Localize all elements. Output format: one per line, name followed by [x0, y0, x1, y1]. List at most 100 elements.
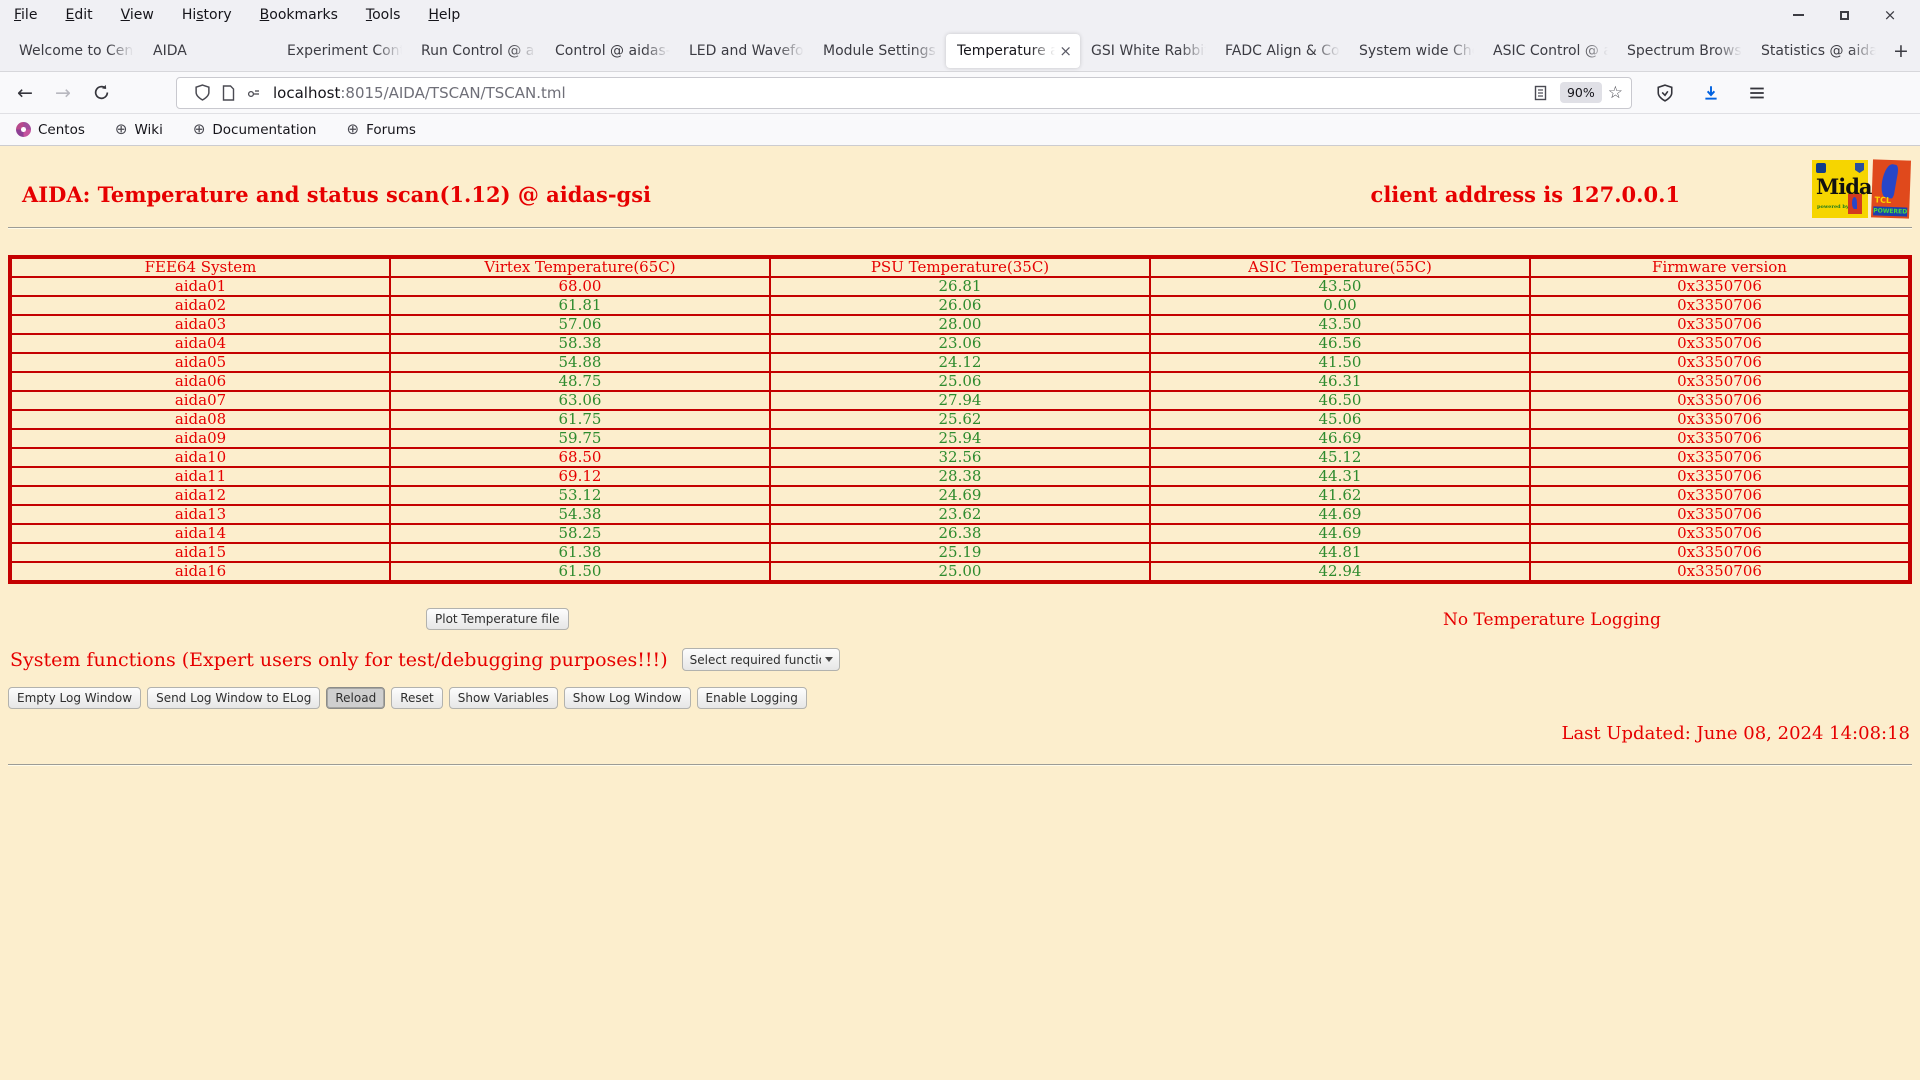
bookmark-star-icon[interactable]: ☆: [1608, 83, 1623, 103]
cell-virtex-temp: 54.88: [390, 353, 770, 372]
table-header-row: FEE64 SystemVirtex Temperature(65C)PSU T…: [10, 257, 1910, 277]
tab-led-and-wavefor[interactable]: LED and Wavefor: [678, 34, 812, 68]
tab-spectrum-browse[interactable]: Spectrum Browse: [1616, 34, 1750, 68]
cell-system: aida15: [10, 543, 390, 562]
bookmark-wiki[interactable]: ⊕Wiki: [115, 122, 163, 138]
tab-aida[interactable]: AIDA: [142, 34, 276, 68]
bookmark-documentation[interactable]: ⊕Documentation: [193, 122, 317, 138]
reload-icon: [93, 84, 110, 101]
cell-firmware: 0x3350706: [1530, 562, 1910, 582]
cell-system: aida06: [10, 372, 390, 391]
tab-run-control-ai[interactable]: Run Control @ ai: [410, 34, 544, 68]
cell-system: aida13: [10, 505, 390, 524]
tab-module-settings-s[interactable]: Module Settings S: [812, 34, 946, 68]
cell-system: aida16: [10, 562, 390, 582]
plot-temperature-button[interactable]: Plot Temperature file: [426, 608, 569, 630]
cell-psu-temp: 27.94: [770, 391, 1150, 410]
tab-label: Experiment Contr: [287, 43, 402, 59]
cell-firmware: 0x3350706: [1530, 429, 1910, 448]
cell-asic-temp: 46.69: [1150, 429, 1530, 448]
reset-button[interactable]: Reset: [391, 687, 443, 709]
maximize-button[interactable]: [1836, 7, 1852, 23]
page-title: AIDA: Temperature and status scan(1.12) …: [22, 182, 651, 207]
forward-button[interactable]: →: [46, 77, 80, 109]
cell-asic-temp: 43.50: [1150, 315, 1530, 334]
show-log-window-button[interactable]: Show Log Window: [564, 687, 691, 709]
bookmark-forums[interactable]: ⊕Forums: [346, 122, 415, 138]
cell-psu-temp: 26.81: [770, 277, 1150, 296]
enable-logging-button[interactable]: Enable Logging: [697, 687, 807, 709]
cell-virtex-temp: 61.50: [390, 562, 770, 582]
tab-control-aidas[interactable]: Control @ aidas-: [544, 34, 678, 68]
cell-system: aida10: [10, 448, 390, 467]
bookmark-centos[interactable]: Centos: [16, 122, 85, 138]
function-select[interactable]: Select required function: [682, 648, 840, 671]
tab-statistics-aidas[interactable]: Statistics @ aidas: [1750, 34, 1884, 68]
tab-gsi-white-rabbit[interactable]: GSI White Rabbit: [1080, 34, 1214, 68]
url-text[interactable]: localhost:8015/AIDA/TSCAN/TSCAN.tml: [273, 84, 1528, 102]
cell-system: aida02: [10, 296, 390, 315]
midas-powered-text: powered by: [1817, 204, 1849, 210]
tab-experiment-contr[interactable]: Experiment Contr: [276, 34, 410, 68]
reader-mode-icon[interactable]: [1528, 80, 1554, 106]
url-bar[interactable]: localhost:8015/AIDA/TSCAN/TSCAN.tml 90% …: [176, 77, 1632, 109]
cell-virtex-temp: 61.38: [390, 543, 770, 562]
menu-item-file[interactable]: File: [14, 7, 37, 23]
cell-psu-temp: 25.06: [770, 372, 1150, 391]
menu-item-history[interactable]: History: [182, 7, 232, 23]
tab-fadc-align-co[interactable]: FADC Align & Co: [1214, 34, 1348, 68]
cell-asic-temp: 45.12: [1150, 448, 1530, 467]
cell-firmware: 0x3350706: [1530, 410, 1910, 429]
cell-system: aida05: [10, 353, 390, 372]
cell-virtex-temp: 54.38: [390, 505, 770, 524]
menu-item-bookmarks[interactable]: Bookmarks: [260, 7, 338, 23]
tab-asic-control-a[interactable]: ASIC Control @ a: [1482, 34, 1616, 68]
client-address: client address is 127.0.0.1: [1371, 182, 1680, 207]
downloads-icon[interactable]: [1694, 77, 1728, 109]
cell-psu-temp: 26.38: [770, 524, 1150, 543]
tab-system-wide-che[interactable]: System wide Che: [1348, 34, 1482, 68]
tab-label: FADC Align & Co: [1225, 43, 1340, 59]
site-info-icon[interactable]: [241, 80, 267, 106]
tab-close-icon[interactable]: ×: [1059, 44, 1072, 59]
minimize-icon: [1793, 14, 1804, 16]
cell-system: aida04: [10, 334, 390, 353]
cell-psu-temp: 28.00: [770, 315, 1150, 334]
back-button[interactable]: ←: [8, 77, 42, 109]
send-log-window-to-elog-button[interactable]: Send Log Window to ELog: [147, 687, 320, 709]
tracking-shield-icon[interactable]: [189, 80, 215, 106]
cell-psu-temp: 28.38: [770, 467, 1150, 486]
show-variables-button[interactable]: Show Variables: [449, 687, 558, 709]
cell-virtex-temp: 63.06: [390, 391, 770, 410]
globe-icon: ⊕: [115, 122, 128, 137]
table-row: aida0648.7525.0646.310x3350706: [10, 372, 1910, 391]
cell-psu-temp: 24.69: [770, 486, 1150, 505]
tab-temperature-an[interactable]: Temperature an×: [946, 34, 1080, 68]
table-row: aida1661.5025.0042.940x3350706: [10, 562, 1910, 582]
cell-psu-temp: 25.62: [770, 410, 1150, 429]
cell-firmware: 0x3350706: [1530, 353, 1910, 372]
action-buttons-row: Empty Log Window Send Log Window to ELog R…: [0, 687, 1920, 709]
reload-button[interactable]: [84, 77, 118, 109]
tab-welcome-to-cent[interactable]: Welcome to Cent: [8, 34, 142, 68]
menu-hamburger-icon[interactable]: [1740, 77, 1774, 109]
menu-item-view[interactable]: View: [121, 7, 154, 23]
empty-log-window-button[interactable]: Empty Log Window: [8, 687, 141, 709]
globe-icon: ⊕: [346, 122, 359, 137]
table-row: aida1253.1224.6941.620x3350706: [10, 486, 1910, 505]
bookmarks-toolbar: Centos ⊕Wiki ⊕Documentation ⊕Forums: [0, 114, 1920, 146]
column-header: Virtex Temperature(65C): [390, 257, 770, 277]
menu-item-tools[interactable]: Tools: [366, 7, 401, 23]
new-tab-button[interactable]: +: [1884, 34, 1918, 68]
logging-status-text: No Temperature Logging: [1443, 610, 1661, 630]
menu-item-edit[interactable]: Edit: [65, 7, 92, 23]
close-button[interactable]: ×: [1882, 7, 1898, 23]
zoom-level-badge[interactable]: 90%: [1560, 82, 1602, 103]
cell-system: aida01: [10, 277, 390, 296]
menu-item-help[interactable]: Help: [428, 7, 460, 23]
reload-button[interactable]: Reload: [326, 687, 385, 709]
close-icon: ×: [1884, 6, 1897, 24]
shield-check-icon[interactable]: [1648, 77, 1682, 109]
cell-system: aida08: [10, 410, 390, 429]
minimize-button[interactable]: [1790, 7, 1806, 23]
